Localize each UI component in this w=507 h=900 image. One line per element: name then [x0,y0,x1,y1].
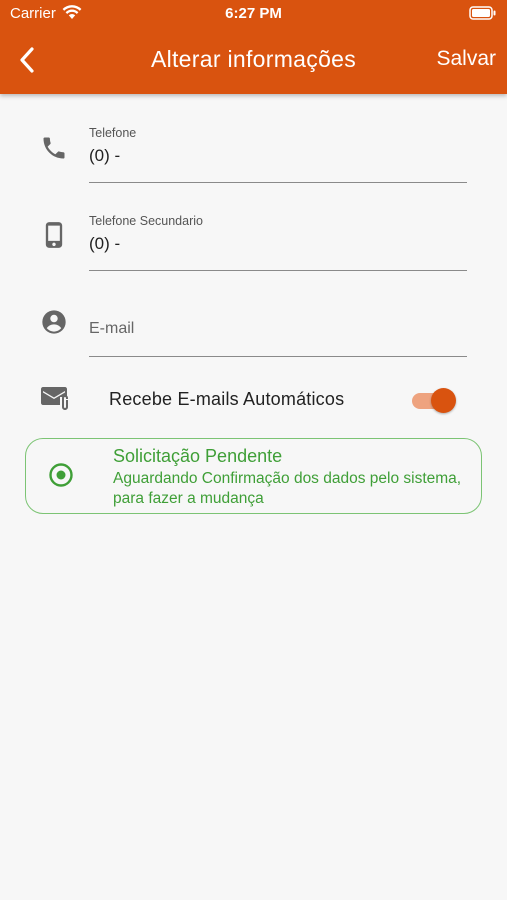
clock: 6:27 PM [225,5,282,22]
phone-field-label: Telefone [89,126,137,140]
phone-field[interactable]: Telefone (0) - [89,126,467,183]
secondary-phone-field-label: Telefone Secundario [89,214,203,228]
battery-icon [469,6,497,24]
phone-icon [40,134,68,162]
email-field[interactable]: E-mail [89,300,467,357]
navigation-bar: Alterar informações Salvar [0,28,507,94]
toggle-knob [431,388,456,413]
phone-field-value[interactable]: (0) - [89,146,120,166]
auto-emails-label: Recebe E-mails Automáticos [109,389,345,409]
pending-request-message: Aguardando Confirmação dos dados pelo si… [113,470,462,507]
email-field-placeholder[interactable]: E-mail [89,320,134,338]
mobile-phone-icon [40,220,68,248]
auto-emails-toggle[interactable] [410,386,458,414]
pending-request-card: Solicitação Pendente Aguardando Confirma… [25,438,482,514]
page-title: Alterar informações [150,46,357,72]
app-bar: Carrier 6:27 PM Alterar informações Salv… [0,0,507,94]
mail-attachment-icon [40,384,72,412]
auto-emails-row: Recebe E-mails Automáticos [0,380,507,420]
secondary-phone-field[interactable]: Telefone Secundario (0) - [89,214,467,271]
radio-target-icon [47,461,75,489]
pending-request-title: Solicitação Pendente [113,446,283,466]
secondary-phone-field-value[interactable]: (0) - [89,234,120,254]
account-circle-icon [40,308,68,336]
status-bar: Carrier 6:27 PM [0,0,507,28]
save-button[interactable]: Salvar [436,47,496,71]
